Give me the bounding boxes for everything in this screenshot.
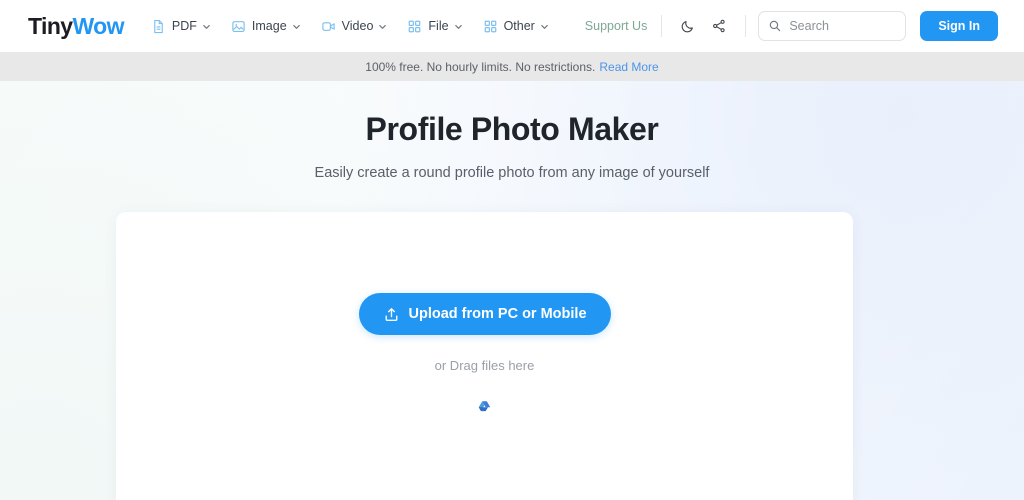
logo-text-wow: Wow bbox=[72, 12, 124, 39]
upload-button[interactable]: Upload from PC or Mobile bbox=[358, 293, 611, 335]
nav-item-pdf[interactable]: PDF bbox=[142, 13, 220, 40]
google-drive-icon[interactable] bbox=[472, 394, 498, 420]
page-root: TinyWow PDF Image Video File Other Suppo… bbox=[0, 0, 1024, 500]
grid-icon bbox=[483, 19, 498, 34]
search-box[interactable] bbox=[758, 11, 907, 41]
divider bbox=[745, 15, 747, 37]
drag-files-text: or Drag files here bbox=[434, 358, 535, 373]
chevron-down-icon bbox=[454, 24, 462, 29]
site-header: TinyWow PDF Image Video File Other Suppo… bbox=[0, 0, 1024, 52]
search-icon bbox=[770, 20, 781, 32]
nav-item-video[interactable]: Video bbox=[312, 13, 397, 40]
moon-icon[interactable] bbox=[675, 13, 701, 39]
share-icon[interactable] bbox=[706, 13, 732, 39]
nav-item-file[interactable]: File bbox=[398, 13, 471, 40]
nav-label-image: Image bbox=[251, 19, 287, 33]
main-content: Profile Photo Maker Easily create a roun… bbox=[0, 81, 1024, 500]
video-icon bbox=[321, 19, 336, 34]
chevron-down-icon bbox=[292, 24, 300, 29]
header-right-group: Support Us Search Sign In bbox=[585, 11, 998, 41]
nav-label-file: File bbox=[428, 19, 449, 33]
image-icon bbox=[231, 19, 246, 34]
nav-item-image[interactable]: Image bbox=[222, 13, 310, 40]
header-icon-group bbox=[662, 13, 745, 39]
main-nav: PDF Image Video File Other bbox=[142, 13, 558, 40]
notice-text: 100% free. No hourly limits. No restrict… bbox=[365, 59, 596, 74]
grid-icon bbox=[407, 19, 422, 34]
chevron-down-icon bbox=[541, 24, 548, 29]
nav-label-other: Other bbox=[503, 19, 535, 33]
logo-text-tiny: Tiny bbox=[28, 12, 73, 39]
chevron-down-icon bbox=[379, 24, 387, 29]
sign-in-button[interactable]: Sign In bbox=[920, 11, 998, 41]
read-more-link[interactable]: Read More bbox=[599, 60, 658, 74]
chevron-down-icon bbox=[203, 24, 210, 29]
notice-bar: 100% free. No hourly limits. No restrict… bbox=[0, 52, 1024, 81]
pdf-icon bbox=[151, 19, 166, 34]
support-us-link[interactable]: Support Us bbox=[585, 19, 662, 33]
site-logo[interactable]: TinyWow bbox=[28, 12, 125, 40]
page-subtitle: Easily create a round profile photo from… bbox=[314, 165, 710, 181]
nav-label-video: Video bbox=[341, 19, 374, 33]
upload-icon bbox=[385, 307, 397, 321]
upload-card: Upload from PC or Mobile or Drag files h… bbox=[116, 212, 853, 500]
search-input[interactable] bbox=[789, 19, 895, 33]
nav-label-pdf: PDF bbox=[171, 19, 197, 33]
nav-item-other[interactable]: Other bbox=[474, 13, 558, 40]
upload-button-label: Upload from PC or Mobile bbox=[408, 306, 587, 322]
page-title: Profile Photo Maker bbox=[365, 111, 659, 147]
